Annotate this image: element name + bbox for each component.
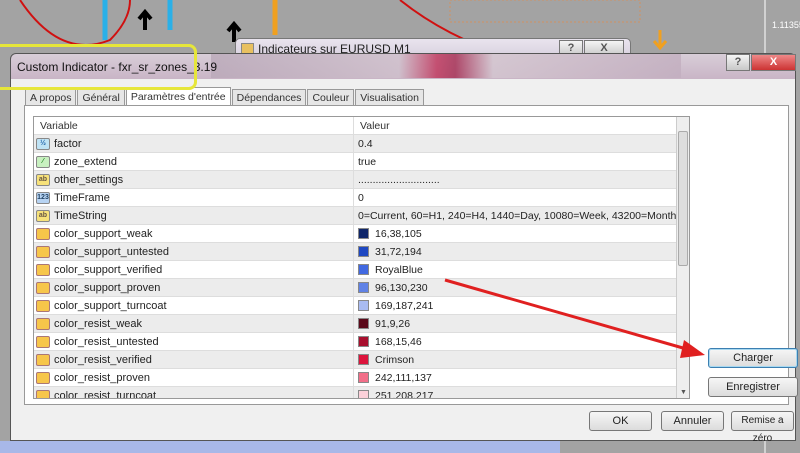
annotation-arrow [444, 278, 705, 358]
